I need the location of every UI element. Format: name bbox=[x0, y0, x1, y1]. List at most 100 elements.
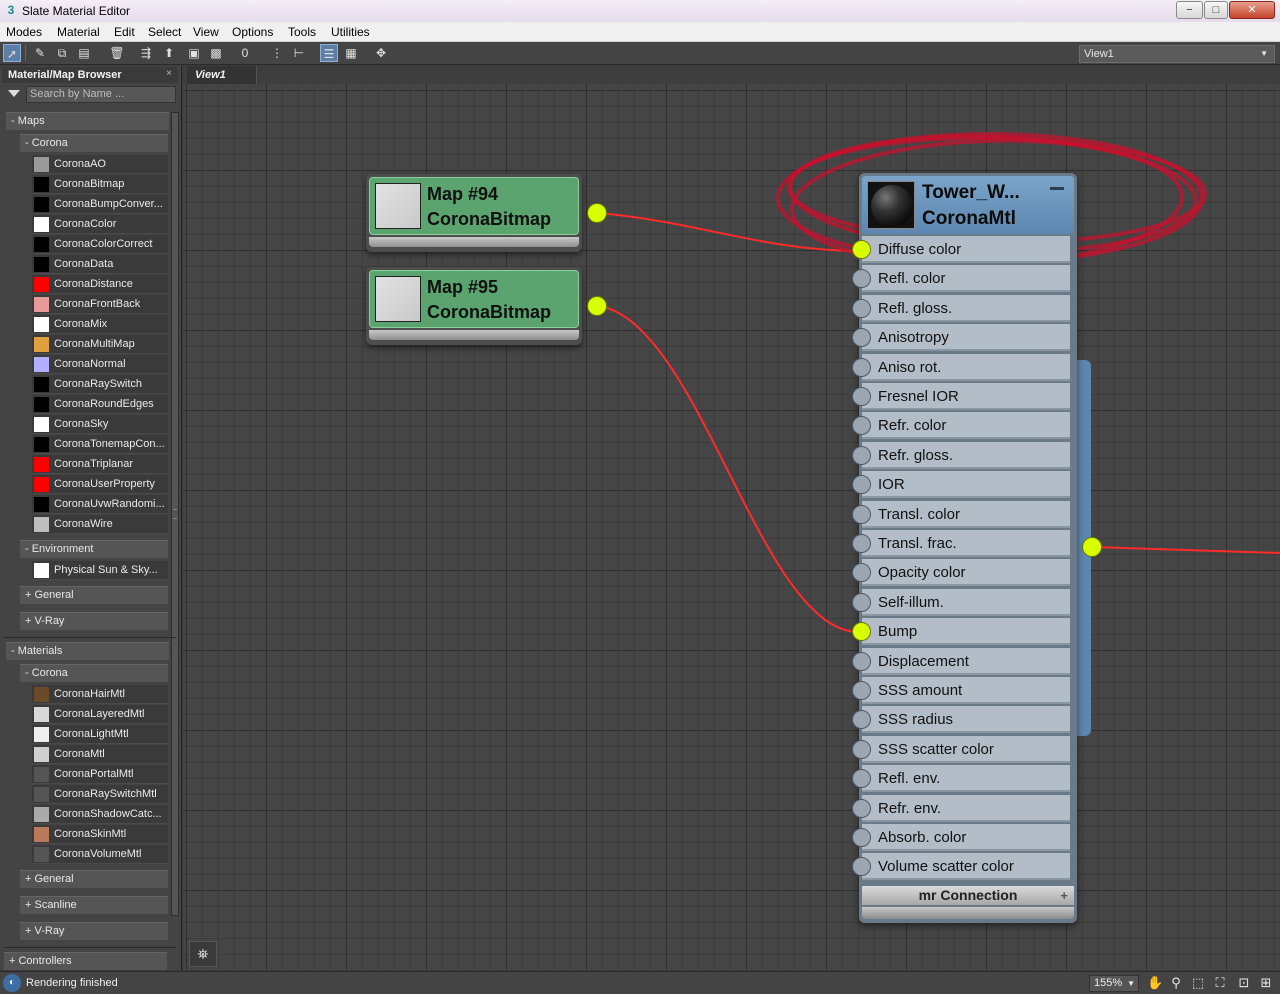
map-list-item[interactable]: CoronaColorCorrect bbox=[32, 235, 168, 254]
material-slot[interactable]: SSS amount bbox=[852, 677, 1070, 704]
select-tool-icon[interactable]: ➚ bbox=[3, 44, 21, 62]
map-list-item[interactable]: CoronaMix bbox=[32, 315, 168, 334]
input-socket[interactable] bbox=[852, 357, 871, 377]
pick-material-icon[interactable]: ✎ bbox=[31, 44, 49, 62]
input-socket[interactable] bbox=[852, 269, 871, 289]
material-slot[interactable]: SSS scatter color bbox=[852, 735, 1070, 763]
browser-close-icon[interactable]: × bbox=[166, 68, 172, 79]
material-slot[interactable]: Refl. env. bbox=[852, 765, 1070, 793]
scrollbar-grip[interactable] bbox=[173, 509, 177, 519]
input-socket[interactable] bbox=[852, 592, 871, 612]
material-slot[interactable]: Aniso rot. bbox=[852, 353, 1070, 381]
map-list-item[interactable]: CoronaTriplanar bbox=[32, 455, 168, 474]
menu-modes[interactable]: Modes bbox=[6, 25, 42, 39]
map-list-item[interactable]: CoronaUvwRandomi... bbox=[32, 495, 168, 514]
material-slot[interactable]: Diffuse color bbox=[852, 236, 1070, 263]
material-slot[interactable]: Refr. gloss. bbox=[852, 441, 1070, 469]
menu-tools[interactable]: Tools bbox=[288, 25, 316, 39]
input-socket[interactable] bbox=[852, 622, 871, 642]
material-list-item[interactable]: CoronaSkinMtl bbox=[32, 825, 168, 844]
group-environment[interactable]: - Environment bbox=[20, 540, 168, 558]
zoom-extents-selected-icon[interactable]: ⊞ bbox=[1258, 975, 1274, 991]
material-slot[interactable]: SSS radius bbox=[852, 706, 1070, 734]
move-children-icon[interactable]: ⇶ bbox=[137, 44, 155, 62]
show-map-icon[interactable]: ▣ bbox=[185, 44, 203, 62]
input-socket[interactable] bbox=[852, 416, 871, 436]
group-maps[interactable]: - Maps bbox=[6, 112, 169, 130]
input-socket[interactable] bbox=[852, 534, 871, 553]
material-id-icon[interactable]: 0 bbox=[236, 44, 254, 62]
input-socket[interactable] bbox=[852, 563, 871, 583]
map-list-item[interactable]: CoronaWire bbox=[32, 515, 168, 534]
input-socket[interactable] bbox=[852, 387, 871, 406]
material-slot[interactable]: Absorb. color bbox=[852, 824, 1070, 851]
put-to-scene-icon[interactable]: ⧉ bbox=[53, 44, 71, 62]
input-socket[interactable] bbox=[852, 651, 871, 671]
material-slot[interactable]: Displacement bbox=[852, 647, 1070, 675]
input-socket[interactable] bbox=[852, 328, 871, 348]
material-slot[interactable]: Refl. gloss. bbox=[852, 294, 1070, 322]
material-slot[interactable]: Refr. env. bbox=[852, 794, 1070, 822]
map-list-item[interactable]: CoronaMultiMap bbox=[32, 335, 168, 354]
map-list-item[interactable]: CoronaNormal bbox=[32, 355, 168, 374]
view-selector[interactable]: View1 ▼ bbox=[1079, 45, 1275, 63]
input-socket[interactable] bbox=[852, 710, 871, 730]
material-slot[interactable]: Refl. color bbox=[852, 265, 1070, 293]
map95-output-socket[interactable] bbox=[587, 296, 607, 316]
material-slot[interactable]: Anisotropy bbox=[852, 324, 1070, 352]
input-socket[interactable] bbox=[852, 445, 871, 465]
input-socket[interactable] bbox=[852, 739, 871, 759]
map-list-item[interactable]: CoronaRaySwitch bbox=[32, 375, 168, 394]
map-list-item[interactable]: CoronaTonemapCon... bbox=[32, 435, 168, 454]
input-socket[interactable] bbox=[852, 475, 871, 495]
mr-connection-rollout[interactable]: mr Connection + bbox=[862, 886, 1074, 905]
menu-options[interactable]: Options bbox=[232, 25, 273, 39]
map-node-header[interactable]: Map #95 CoronaBitmap bbox=[369, 270, 579, 328]
material-list-item[interactable]: CoronaMtl bbox=[32, 745, 168, 764]
environment-list-item[interactable]: Physical Sun & Sky... bbox=[32, 561, 168, 580]
input-socket[interactable] bbox=[852, 681, 871, 700]
map-list-item[interactable]: CoronaFrontBack bbox=[32, 295, 168, 314]
map-node-header[interactable]: Map #94 CoronaBitmap bbox=[369, 177, 579, 235]
menu-view[interactable]: View bbox=[193, 25, 219, 39]
input-socket[interactable] bbox=[852, 798, 871, 818]
browser-scrollbar[interactable] bbox=[171, 112, 179, 916]
input-socket[interactable] bbox=[852, 298, 871, 318]
input-socket[interactable] bbox=[852, 240, 871, 259]
zoom-region-icon[interactable]: ⬚ bbox=[1190, 975, 1206, 991]
map-node-94[interactable]: Map #94 CoronaBitmap bbox=[366, 174, 607, 252]
group-materials[interactable]: - Materials bbox=[6, 642, 169, 660]
layout-children-icon[interactable]: ⊢ bbox=[290, 44, 308, 62]
map-list-item[interactable]: CoronaSky bbox=[32, 415, 168, 434]
zoom-extents-icon[interactable]: ⛶ bbox=[1212, 975, 1228, 991]
material-list-item[interactable]: CoronaLightMtl bbox=[32, 725, 168, 744]
material-slot[interactable]: Volume scatter color bbox=[852, 853, 1070, 881]
zoom-selected-icon[interactable]: ⊡ bbox=[1236, 975, 1252, 991]
map-list-item[interactable]: CoronaDistance bbox=[32, 275, 168, 294]
group-materials-scanline[interactable]: + Scanline bbox=[20, 896, 168, 914]
group-corona-maps[interactable]: - Corona bbox=[20, 134, 168, 152]
tab-view1[interactable]: View1 bbox=[187, 66, 257, 84]
input-socket[interactable] bbox=[852, 857, 871, 877]
material-list-item[interactable]: CoronaShadowCatc... bbox=[32, 805, 168, 824]
material-slot[interactable]: Refr. color bbox=[852, 412, 1070, 440]
assign-material-icon[interactable]: ▤ bbox=[75, 44, 93, 62]
map-list-item[interactable]: CoronaData bbox=[32, 255, 168, 274]
material-slot[interactable]: Self-illum. bbox=[852, 588, 1070, 616]
material-output-socket[interactable] bbox=[1082, 537, 1102, 557]
material-list-item[interactable]: CoronaLayeredMtl bbox=[32, 705, 168, 724]
zoom-icon[interactable]: ⚲ bbox=[1168, 975, 1184, 991]
layout-all-icon[interactable]: ⋮ bbox=[268, 44, 286, 62]
delete-icon[interactable]: 🗑 bbox=[108, 44, 126, 62]
map-list-item[interactable]: CoronaAO bbox=[32, 155, 168, 174]
browser-options-icon[interactable] bbox=[8, 90, 20, 97]
maximize-button[interactable]: □ bbox=[1204, 1, 1228, 19]
input-socket[interactable] bbox=[852, 828, 871, 847]
input-socket[interactable] bbox=[852, 504, 871, 524]
parameter-editor-icon[interactable]: ▦ bbox=[342, 44, 360, 62]
material-list-item[interactable]: CoronaVolumeMtl bbox=[32, 845, 168, 864]
expand-icon[interactable]: + bbox=[1060, 886, 1068, 905]
map94-output-socket[interactable] bbox=[587, 203, 607, 223]
material-list-item[interactable]: CoronaPortalMtl bbox=[32, 765, 168, 784]
search-input[interactable]: Search by Name ... bbox=[26, 86, 176, 103]
